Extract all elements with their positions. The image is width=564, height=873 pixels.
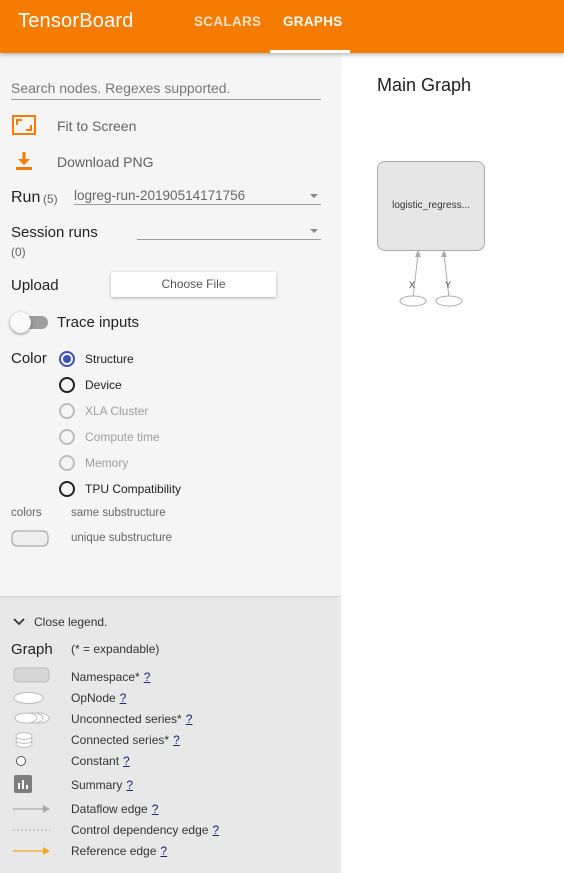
download-icon[interactable]	[14, 151, 34, 171]
radio-xla-cluster-label[interactable]: XLA Cluster	[85, 404, 148, 418]
fit-screen-icon[interactable]	[12, 115, 36, 135]
chevron-down-icon[interactable]	[13, 617, 25, 627]
legend-item-connected-series: Connected series*?	[71, 733, 180, 747]
help-link[interactable]: ?	[120, 691, 127, 705]
radio-structure[interactable]	[59, 351, 75, 367]
tab-scalars[interactable]: SCALARS	[194, 14, 261, 29]
active-tab-indicator	[270, 50, 350, 53]
help-link[interactable]: ?	[123, 754, 130, 768]
help-link[interactable]: ?	[152, 802, 159, 816]
toggle-knob[interactable]	[10, 312, 31, 333]
legend-title: Graph	[11, 641, 53, 658]
radio-memory-label[interactable]: Memory	[85, 456, 128, 470]
control-dependency-edge-icon	[13, 829, 50, 831]
session-runs-count: (0)	[11, 245, 26, 259]
legend-item-control-dependency-edge: Control dependency edge?	[71, 823, 220, 837]
radio-device[interactable]	[59, 377, 75, 393]
choose-file-button[interactable]: Choose File	[111, 272, 276, 297]
unique-substructure-label: unique substructure	[71, 532, 173, 544]
upload-label: Upload	[11, 277, 59, 294]
help-link[interactable]: ?	[173, 733, 180, 747]
help-link[interactable]: ?	[144, 670, 151, 684]
colors-label: colors	[11, 507, 42, 519]
legend-item-summary: Summary?	[71, 778, 134, 792]
graph-title: Main Graph	[377, 75, 472, 95]
radio-device-label[interactable]: Device	[85, 378, 122, 392]
radio-tpu-compatibility-label[interactable]: TPU Compatibility	[85, 482, 181, 496]
app-title: TensorBoard	[18, 10, 134, 32]
input-node-x[interactable]	[398, 294, 428, 308]
constant-icon	[16, 756, 26, 766]
fit-to-screen-button[interactable]: Fit to Screen	[57, 118, 136, 134]
unique-substructure-swatch	[11, 530, 49, 547]
download-png-button[interactable]: Download PNG	[57, 154, 154, 170]
close-legend-button[interactable]: Close legend.	[34, 615, 107, 629]
legend-item-dataflow-edge: Dataflow edge?	[71, 802, 159, 816]
run-select[interactable]: logreg-run-20190514171756	[74, 188, 245, 203]
radio-memory[interactable]	[59, 455, 75, 471]
search-input[interactable]: Search nodes. Regexes supported.	[11, 80, 321, 100]
unconnected-series-icon	[14, 712, 50, 724]
legend-item-reference-edge: Reference edge?	[71, 844, 168, 858]
legend-item-namespace: Namespace*?	[71, 670, 151, 684]
graph-node-label: logistic_regress...	[392, 200, 470, 211]
run-label: Run	[11, 189, 41, 206]
radio-tpu-compatibility[interactable]	[59, 481, 75, 497]
radio-compute-time[interactable]	[59, 429, 75, 445]
help-link[interactable]: ?	[186, 712, 193, 726]
input-x-label: X	[409, 280, 416, 290]
tab-graphs[interactable]: GRAPHS	[283, 14, 343, 29]
session-runs-label: Session runs	[11, 224, 98, 241]
radio-structure-label[interactable]: Structure	[85, 352, 134, 366]
same-substructure-label: same substructure	[71, 507, 166, 519]
dataflow-edge-icon	[13, 805, 50, 813]
color-label: Color	[11, 350, 47, 367]
legend-item-unconnected-series: Unconnected series*?	[71, 712, 193, 726]
summary-icon	[14, 775, 32, 793]
run-count: (5)	[43, 192, 58, 206]
radio-compute-time-label[interactable]: Compute time	[85, 430, 160, 444]
reference-edge-icon	[13, 847, 50, 855]
top-bar: TensorBoard SCALARS GRAPHS	[0, 0, 564, 53]
namespace-icon	[13, 667, 50, 683]
help-link[interactable]: ?	[160, 844, 167, 858]
help-link[interactable]: ?	[126, 778, 133, 792]
connected-series-icon	[15, 732, 33, 748]
radio-xla-cluster[interactable]	[59, 403, 75, 419]
trace-inputs-label: Trace inputs	[57, 314, 139, 331]
legend-expandable-note: (* = expandable)	[71, 642, 160, 656]
chevron-down-icon[interactable]	[310, 194, 318, 198]
input-y-label: Y	[445, 280, 452, 290]
input-node-y[interactable]	[434, 294, 464, 308]
legend-item-opnode: OpNode?	[71, 691, 127, 705]
opnode-icon	[13, 692, 44, 704]
chevron-down-icon[interactable]	[310, 229, 318, 233]
help-link[interactable]: ?	[212, 823, 219, 837]
legend-item-constant: Constant?	[71, 754, 130, 768]
run-select-underline	[74, 204, 321, 205]
session-runs-select[interactable]	[137, 239, 321, 240]
